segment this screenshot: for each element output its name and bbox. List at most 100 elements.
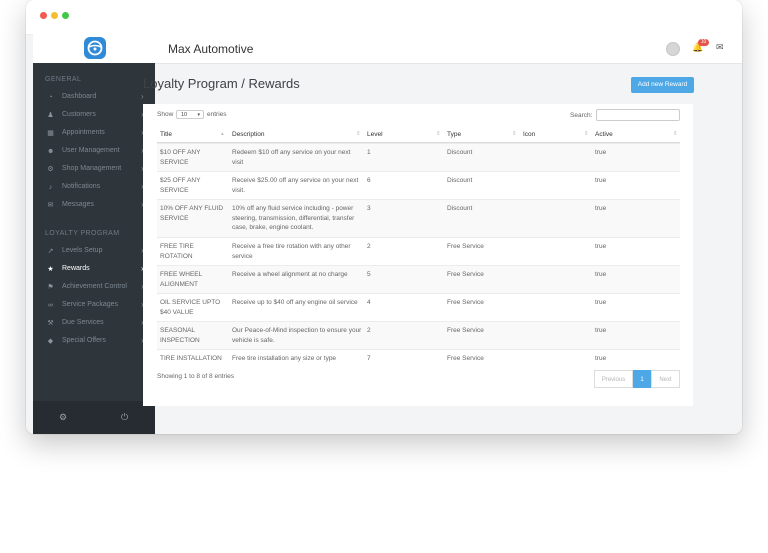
sidebar-item-service-packages[interactable]: ∞Service Packages› bbox=[33, 297, 155, 315]
sidebar-item-rewards[interactable]: ★Rewards› bbox=[33, 261, 155, 279]
table-row[interactable]: 10% OFF ANY FLUID SERVICE 10% off any flu… bbox=[157, 199, 680, 238]
cell-level: 2 bbox=[367, 327, 371, 334]
sidebar-item-shop-management[interactable]: ⚙Shop Management› bbox=[33, 161, 155, 179]
sidebar-item-customers[interactable]: ♟Customers› bbox=[33, 107, 155, 125]
table-row[interactable]: TIRE INSTALLATION Free tire installation … bbox=[157, 349, 680, 368]
logo-area bbox=[33, 34, 155, 63]
sidebar-item-label: Dashboard bbox=[62, 93, 97, 100]
sort-icon[interactable]: ⇕ bbox=[436, 131, 441, 137]
wrench-icon: ⚒ bbox=[47, 320, 54, 327]
sidebar-item-special-offers[interactable]: ◆Special Offers› bbox=[33, 333, 155, 351]
table-row[interactable]: $10 OFF ANY SERVICE Redeem $10 off any se… bbox=[157, 143, 680, 172]
sidebar-item-label: Rewards bbox=[62, 265, 90, 272]
cell-level: 6 bbox=[367, 177, 371, 184]
cell-title: 10% OFF ANY FLUID SERVICE bbox=[160, 205, 224, 222]
rewards-card: Show 10 ▾ entries Search: Title ▴ Descript… bbox=[143, 104, 693, 406]
sidebar-item-label: Messages bbox=[62, 201, 94, 208]
cell-level: 3 bbox=[367, 205, 371, 212]
column-header-icon[interactable]: Icon bbox=[523, 131, 535, 138]
sidebar-item-user-management[interactable]: ☻User Management› bbox=[33, 143, 155, 161]
sidebar-item-label: Due Services bbox=[62, 319, 104, 326]
table-row[interactable]: FREE TIRE ROTATION Receive a free tire ro… bbox=[157, 237, 680, 266]
window-close-button[interactable] bbox=[40, 12, 47, 19]
column-header-description[interactable]: Description bbox=[232, 131, 265, 138]
sort-icon[interactable]: ⇕ bbox=[512, 131, 517, 137]
page-size-select[interactable]: 10 ▾ bbox=[176, 110, 204, 119]
add-new-reward-button[interactable]: Add new Reward bbox=[631, 77, 694, 93]
cell-active: true bbox=[595, 149, 607, 156]
steering-wheel-logo-icon[interactable] bbox=[84, 37, 106, 59]
cell-description: Our Peace-of-Mind inspection to ensure y… bbox=[232, 327, 362, 344]
sidebar-item-dashboard[interactable]: ◔ Dashboard › bbox=[33, 89, 155, 107]
sidebar: GENERAL ◔ Dashboard › ♟ Customers › ▦ Appointme… bbox=[33, 34, 155, 434]
cell-type: Free Service bbox=[447, 327, 484, 334]
search-input[interactable] bbox=[596, 109, 680, 121]
column-header-type[interactable]: Type bbox=[447, 131, 461, 138]
sidebar-item-label: Notifications bbox=[62, 183, 101, 190]
settings-gear-icon[interactable]: ⚙ bbox=[59, 412, 67, 423]
column-header-title[interactable]: Title bbox=[160, 131, 172, 138]
sidebar-footer: ⚙ ⏻ bbox=[33, 401, 155, 434]
notification-badge: 10 bbox=[698, 39, 709, 46]
cell-description: 10% off any fluid service including - po… bbox=[232, 205, 355, 231]
sidebar-item-due-services[interactable]: ⚒Due Services› bbox=[33, 315, 155, 333]
chart-line-icon: ↗ bbox=[47, 248, 54, 255]
sidebar-item-appointments[interactable]: ▦Appointments› bbox=[33, 125, 155, 143]
sort-icon[interactable]: ⇕ bbox=[673, 131, 678, 137]
cell-type: Free Service bbox=[447, 299, 484, 306]
user-icon: ☻ bbox=[47, 148, 55, 155]
cell-description: Receive up to $40 off any engine oil ser… bbox=[232, 299, 358, 306]
column-header-level[interactable]: Level bbox=[367, 131, 383, 138]
cell-level: 5 bbox=[367, 271, 371, 278]
cell-description: Receive a wheel alignment at no charge bbox=[232, 271, 348, 278]
user-avatar[interactable] bbox=[666, 42, 680, 56]
table-row[interactable]: SEASONAL INSPECTION Our Peace-of-Mind ins… bbox=[157, 321, 680, 350]
sidebar-item-label: Special Offers bbox=[62, 337, 106, 344]
calendar-icon: ▦ bbox=[47, 130, 54, 137]
cell-type: Free Service bbox=[447, 355, 484, 362]
previous-page-button[interactable]: Previous bbox=[594, 370, 633, 388]
cell-active: true bbox=[595, 205, 607, 212]
table-row[interactable]: OIL SERVICE UPTO $40 VALUE Receive up to … bbox=[157, 293, 680, 322]
power-icon[interactable]: ⏻ bbox=[121, 412, 128, 423]
sort-icon[interactable]: ⇕ bbox=[584, 131, 589, 137]
table-row[interactable]: $25 OFF ANY SERVICE Receive $25.00 off an… bbox=[157, 171, 680, 200]
cell-title: OIL SERVICE UPTO $40 VALUE bbox=[160, 299, 221, 316]
cell-type: Discount bbox=[447, 149, 473, 156]
cell-title: SEASONAL INSPECTION bbox=[160, 327, 200, 344]
cell-level: 7 bbox=[367, 355, 371, 362]
page-size-value: 10 bbox=[181, 112, 188, 118]
window-minimize-button[interactable] bbox=[51, 12, 58, 19]
envelope-icon: ✉ bbox=[47, 202, 54, 209]
sidebar-item-label: Achievement Control bbox=[62, 283, 127, 290]
sort-icon[interactable]: ⇕ bbox=[356, 131, 361, 137]
cell-type: Free Service bbox=[447, 271, 484, 278]
sidebar-item-achievement-control[interactable]: ⚑Achievement Control› bbox=[33, 279, 155, 297]
sidebar-item-notifications[interactable]: ♪Notifications› bbox=[33, 179, 155, 197]
sidebar-item-messages[interactable]: ✉Messages› bbox=[33, 197, 155, 215]
sidebar-item-levels-setup[interactable]: ↗Levels Setup› bbox=[33, 243, 155, 261]
sidebar-item-label: Shop Management bbox=[62, 165, 122, 172]
table-info: Showing 1 to 8 of 8 entries bbox=[157, 373, 234, 380]
cell-active: true bbox=[595, 327, 607, 334]
dashboard-icon: ◔ bbox=[48, 94, 53, 101]
cell-level: 2 bbox=[367, 243, 371, 250]
envelope-icon[interactable]: ✉ bbox=[716, 42, 724, 53]
sidebar-item-label: Levels Setup bbox=[62, 247, 103, 254]
page-1-button[interactable]: 1 bbox=[633, 370, 651, 388]
table-row[interactable]: FREE WHEEL ALIGNMENT Receive a wheel alig… bbox=[157, 265, 680, 294]
cell-description: Receive a free tire rotation with any ot… bbox=[232, 243, 351, 260]
flag-icon: ⚑ bbox=[47, 284, 54, 291]
cell-active: true bbox=[595, 355, 607, 362]
top-bar: Max Automotive 🔔 10 ✉ bbox=[155, 34, 742, 64]
sort-ascending-icon[interactable]: ▴ bbox=[221, 131, 224, 137]
sidebar-item-label: User Management bbox=[62, 147, 120, 154]
sidebar-section-general: GENERAL bbox=[45, 76, 82, 83]
gear-icon: ⚙ bbox=[47, 166, 54, 173]
next-page-button[interactable]: Next bbox=[651, 370, 680, 388]
star-icon: ★ bbox=[47, 266, 54, 273]
column-header-active[interactable]: Active bbox=[595, 131, 613, 138]
cell-type: Discount bbox=[447, 177, 473, 184]
window-maximize-button[interactable] bbox=[62, 12, 69, 19]
page-title: Loyalty Program / Rewards bbox=[143, 76, 300, 91]
